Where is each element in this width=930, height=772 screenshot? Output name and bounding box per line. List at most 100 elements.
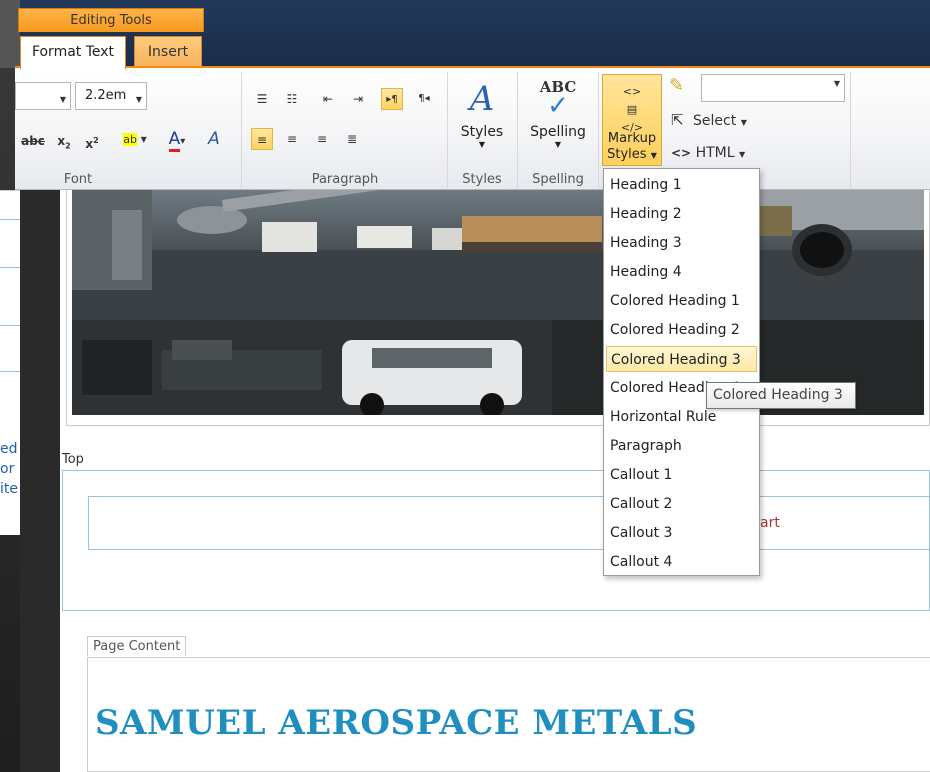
add-web-part-link[interactable]: art [760, 515, 780, 531]
menu-item-colored-heading-2[interactable]: Colored Heading 2 [606, 317, 757, 343]
font-name-dropdown[interactable]: ▼ [15, 82, 71, 110]
highlight-color-button[interactable]: ab ▾ [115, 128, 155, 150]
menu-item-colored-heading-1[interactable]: Colored Heading 1 [606, 288, 757, 314]
group-separator [241, 72, 242, 188]
divider [0, 371, 20, 372]
markup-icon: <> ▤ </> [620, 85, 644, 134]
justify-button[interactable]: ≣ [341, 128, 363, 150]
title-bar-edge [0, 0, 20, 68]
superscript-button[interactable]: x2 [81, 130, 103, 152]
chevron-down-icon: ▼ [738, 150, 746, 159]
increase-indent-button[interactable]: ⇥ [347, 88, 369, 110]
chevron-down-icon: ▼ [478, 140, 486, 149]
menu-item-heading-4[interactable]: Heading 4 [606, 259, 757, 285]
chevron-down-icon: ▼ [740, 118, 747, 127]
menu-item-callout-1[interactable]: Callout 1 [606, 462, 757, 488]
background-text: or [0, 461, 15, 477]
ltr-button[interactable]: ▸¶ [381, 88, 403, 110]
strikethrough-button[interactable]: abc [19, 130, 47, 152]
align-left-button[interactable]: ≡ [251, 128, 273, 150]
divider [0, 219, 20, 220]
language-icon[interactable]: ✎ [669, 76, 684, 96]
highlight-icon: ab [123, 133, 137, 146]
menu-item-callout-2[interactable]: Callout 2 [606, 491, 757, 517]
bullets-button[interactable]: ☰ [251, 88, 273, 110]
left-to-right-icon: ▸¶ [386, 94, 398, 105]
menu-item-heading-3[interactable]: Heading 3 [606, 230, 757, 256]
font-size-dropdown[interactable]: 2.2em ▼ [75, 82, 147, 110]
menu-item-colored-heading-3[interactable]: Colored Heading 3 [606, 346, 757, 372]
menu-item-heading-1[interactable]: Heading 1 [606, 172, 757, 198]
markup-styles-label-1: Markup [607, 131, 657, 146]
paragraph-group-label: Paragraph [311, 172, 379, 187]
strikethrough-icon: abc [21, 134, 45, 148]
page-canvas: Top art Page Content SAMUEL AEROSPACE ME… [60, 190, 930, 772]
tab-format-text[interactable]: Format Text [20, 36, 126, 69]
menu-item-heading-2[interactable]: Heading 2 [606, 201, 757, 227]
add-web-part-box[interactable] [88, 496, 930, 550]
chevron-down-icon: ▼ [59, 95, 66, 104]
menu-item-paragraph[interactable]: Paragraph [606, 433, 757, 459]
menu-tooltip: Colored Heading 3 [706, 382, 856, 409]
group-separator [447, 72, 448, 188]
page-content-tab: Page Content [87, 636, 187, 656]
chevron-down-icon: ▼ [135, 95, 142, 104]
group-separator [850, 72, 851, 188]
numbered-list-icon: ☷ [286, 92, 298, 106]
divider [0, 267, 20, 268]
editing-tools-group: Editing Tools [18, 8, 204, 32]
markup-styles-menu: Heading 1 Heading 2 Heading 3 Heading 4 Colo… [603, 168, 760, 576]
select-button[interactable]: ⇱ Select ▼ [671, 110, 747, 133]
menu-item-callout-3[interactable]: Callout 3 [606, 520, 757, 546]
indent-icon: ⇥ [352, 92, 364, 106]
markup-language-dropdown[interactable]: ▼ [701, 74, 845, 102]
styles-icon: A [469, 79, 495, 119]
styles-group-label: Styles [462, 172, 502, 187]
spelling-label: Spelling [530, 124, 586, 140]
styles-button[interactable]: A Styles ▼ [453, 74, 511, 149]
clear-format-button[interactable]: A [203, 128, 225, 150]
justify-icon: ≣ [346, 132, 358, 146]
chevron-down-icon: ▼ [650, 151, 657, 160]
rtl-button[interactable]: ¶◂ [413, 88, 435, 110]
background-text: ite [0, 481, 18, 497]
outdent-icon: ⇤ [322, 92, 334, 106]
clear-format-icon: A [208, 129, 220, 149]
left-gutter [20, 190, 60, 772]
spelling-check-icon: ABC ✓ [523, 74, 593, 124]
html-button[interactable]: <> HTML ▼ [671, 143, 745, 165]
markup-styles-label-2: Styles [607, 147, 647, 162]
ribbon: ▼ 2.2em ▼ abc x2 x2 ab ▾ A▾ A Font ☰ ☷ ⇤… [15, 66, 930, 190]
select-label: Select [693, 113, 737, 129]
tab-insert[interactable]: Insert [134, 36, 202, 68]
html-label: HTML [695, 145, 735, 161]
font-group-label: Font [63, 172, 93, 187]
align-right-icon: ≡ [316, 132, 328, 146]
font-color-icon: A [168, 129, 181, 152]
font-size-value: 2.2em [85, 88, 127, 103]
cursor-icon: ⇱ [671, 111, 684, 129]
font-color-button[interactable]: A▾ [159, 128, 195, 152]
styles-label: Styles [460, 124, 504, 140]
zone-label: Top [62, 452, 84, 467]
group-separator [517, 72, 518, 188]
decrease-indent-button[interactable]: ⇤ [317, 88, 339, 110]
spelling-group-label: Spelling [532, 172, 584, 187]
chevron-down-icon: ▼ [833, 79, 840, 88]
superscript-icon: x [85, 137, 94, 151]
numbering-button[interactable]: ☷ [281, 88, 303, 110]
right-to-left-icon: ¶◂ [418, 93, 430, 104]
spelling-button[interactable]: ABC ✓ Spelling ▼ [523, 74, 593, 149]
content-heading[interactable]: SAMUEL AEROSPACE METALS [95, 703, 697, 743]
menu-item-callout-4[interactable]: Callout 4 [606, 549, 757, 575]
background-text: ed [0, 441, 18, 457]
markup-styles-button[interactable]: <> ▤ </> Markup Styles ▼ [602, 74, 662, 166]
divider [0, 325, 20, 326]
html-icon: <> [671, 146, 692, 160]
subscript-icon: x [57, 134, 66, 148]
align-right-button[interactable]: ≡ [311, 128, 333, 150]
bullet-list-icon: ☰ [256, 92, 268, 106]
align-center-icon: ≡ [286, 132, 298, 146]
align-center-button[interactable]: ≡ [281, 128, 303, 150]
subscript-button[interactable]: x2 [53, 130, 75, 152]
